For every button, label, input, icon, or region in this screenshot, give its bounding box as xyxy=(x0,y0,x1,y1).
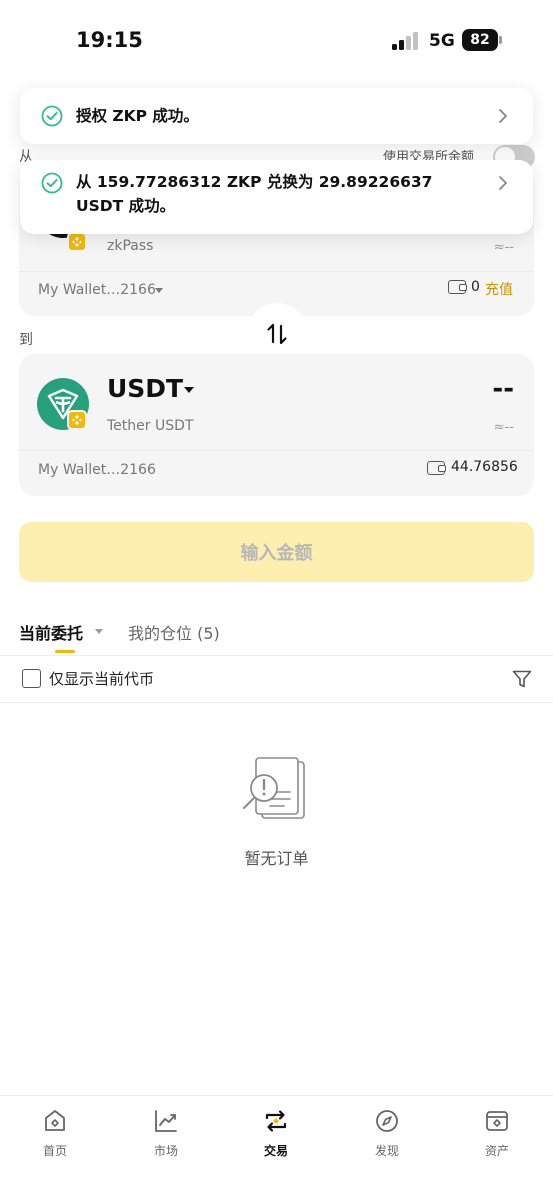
no-orders-illustration-icon xyxy=(243,757,305,819)
nav-item-home[interactable]: 首页 xyxy=(15,1104,95,1159)
to-token-card: USDT Tether USDT -- ≈-- My Wallet…2166 4… xyxy=(19,354,534,496)
tab-my-positions[interactable]: 我的仓位 (5) xyxy=(128,620,220,644)
status-bar: 19:15 5G 82 xyxy=(0,0,553,84)
to-label: 到 xyxy=(19,332,33,348)
bottom-navigation: 首页 市场 交易 发现 资产 xyxy=(0,1095,553,1200)
from-approx-value: ≈-- xyxy=(493,240,514,255)
bnb-chain-badge-icon xyxy=(67,410,87,430)
status-time: 19:15 xyxy=(76,28,143,52)
to-wallet-selector[interactable]: My Wallet…2166 xyxy=(38,462,156,478)
filter-icon[interactable] xyxy=(511,668,533,690)
card-divider xyxy=(19,450,534,451)
tab-open-orders[interactable]: 当前委托 xyxy=(19,620,83,644)
to-token-name: Tether USDT xyxy=(107,418,194,434)
nav-item-market[interactable]: 市场 xyxy=(126,1104,206,1159)
from-token-name: zkPass xyxy=(107,238,154,254)
check-circle-icon xyxy=(41,105,63,127)
toast-swap-success[interactable]: 从 159.77286312 ZKP 兑换为 29.89226637 USDT … xyxy=(20,160,533,234)
from-balance: 0 xyxy=(471,279,480,295)
chevron-down-icon[interactable] xyxy=(95,629,103,634)
nav-label: 市场 xyxy=(153,1144,178,1158)
home-icon xyxy=(45,1110,65,1131)
network-type: 5G xyxy=(429,31,455,51)
token-select-caret-icon[interactable] xyxy=(184,387,194,393)
nav-label: 交易 xyxy=(263,1144,288,1158)
to-token-symbol[interactable]: USDT xyxy=(107,374,183,403)
market-chart-icon xyxy=(155,1110,177,1132)
check-circle-icon xyxy=(41,172,63,194)
enter-amount-button[interactable]: 输入金额 xyxy=(19,522,534,582)
toast-message: 从 159.77286312 ZKP 兑换为 29.89226637 USDT … xyxy=(76,170,483,218)
active-tab-indicator xyxy=(55,650,75,653)
current-token-only-label[interactable]: 仅显示当前代币 xyxy=(49,668,154,689)
swap-vertical-icon xyxy=(267,323,287,345)
from-wallet-selector[interactable]: My Wallet…2166 xyxy=(38,282,156,298)
battery-tip xyxy=(499,36,502,44)
empty-state-text: 暂无订单 xyxy=(244,849,309,868)
toast-message: 授权 ZKP 成功。 xyxy=(76,107,199,125)
to-balance: 44.76856 xyxy=(451,459,518,475)
nav-label: 资产 xyxy=(484,1144,509,1158)
discover-compass-icon xyxy=(376,1110,398,1132)
nav-item-discover[interactable]: 发现 xyxy=(347,1104,427,1159)
current-token-only-checkbox[interactable] xyxy=(22,669,41,688)
to-approx-value: ≈-- xyxy=(493,420,514,435)
chevron-right-icon[interactable] xyxy=(497,175,509,191)
cellular-signal-icon xyxy=(392,32,420,50)
wallet-icon xyxy=(448,280,467,294)
toast-approve-success[interactable]: 授权 ZKP 成功。 xyxy=(20,88,533,144)
chevron-down-icon xyxy=(155,288,163,293)
wallet-assets-icon xyxy=(486,1111,508,1131)
battery-level: 82 xyxy=(470,32,490,48)
deposit-link[interactable]: 充值 xyxy=(485,279,513,299)
nav-label: 首页 xyxy=(42,1144,67,1158)
card-divider xyxy=(19,271,534,272)
to-amount: -- xyxy=(492,374,514,404)
nav-label: 发现 xyxy=(374,1144,399,1158)
trade-swap-icon xyxy=(265,1110,287,1132)
divider xyxy=(0,655,553,656)
nav-item-trade[interactable]: 交易 xyxy=(236,1104,316,1159)
divider xyxy=(0,702,553,703)
wallet-icon xyxy=(427,461,446,475)
bnb-chain-badge-icon xyxy=(67,232,87,252)
chevron-right-icon[interactable] xyxy=(497,108,509,124)
battery-icon: 82 xyxy=(462,29,498,51)
nav-item-assets[interactable]: 资产 xyxy=(457,1104,537,1159)
toast-message-line: USDT 成功。 xyxy=(76,197,176,215)
toast-message-line: 从 159.77286312 ZKP 兑换为 29.89226637 xyxy=(76,173,433,191)
